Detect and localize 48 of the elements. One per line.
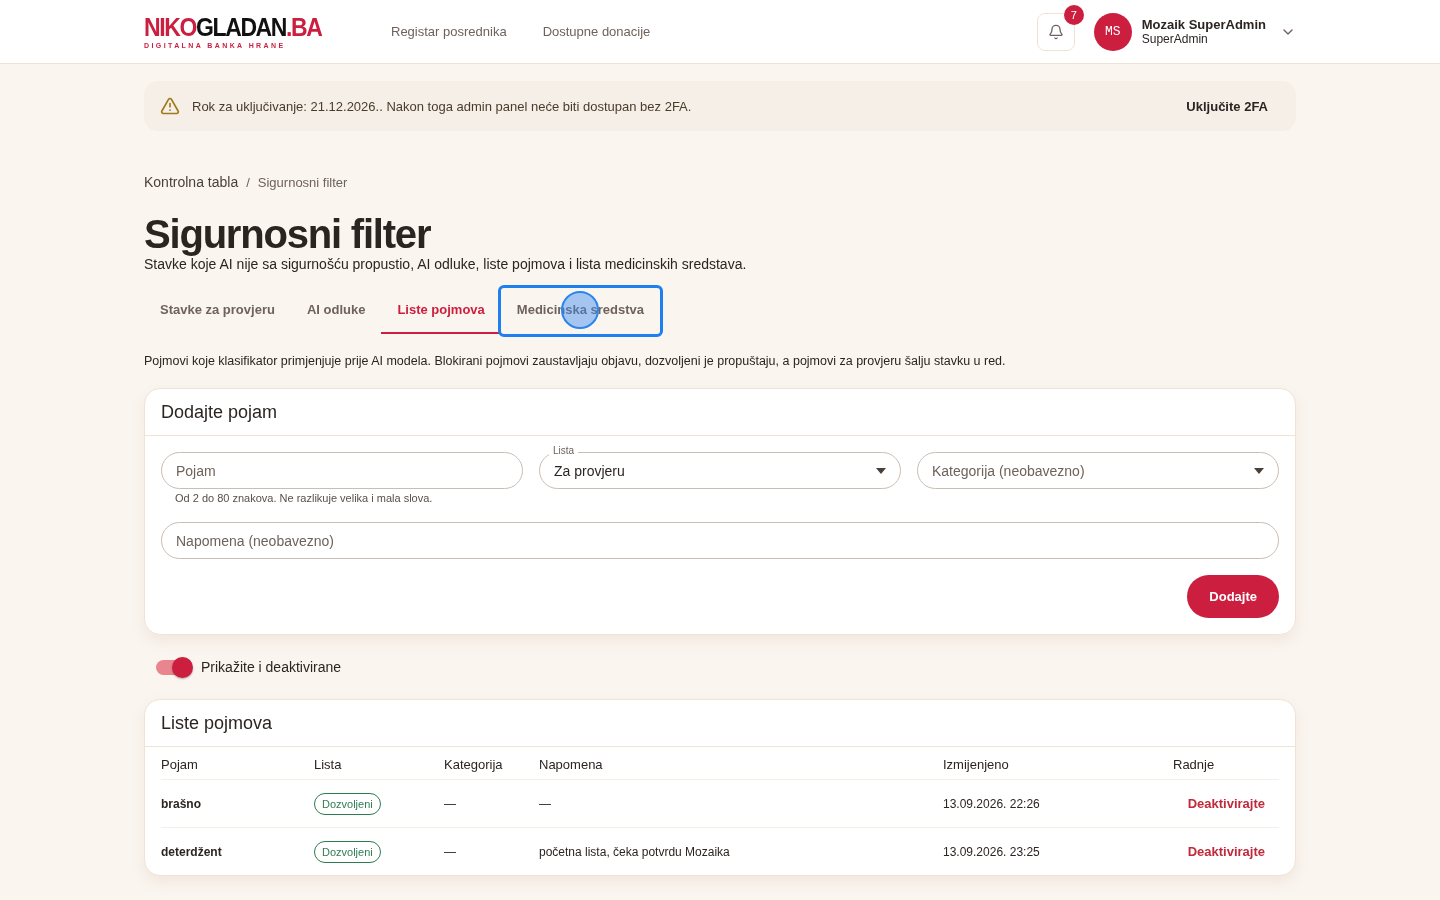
table-cell: — [539, 779, 943, 827]
banner-text: Rok za uključivanje: 21.12.2026.. Nakon toga admin panel neće biti dostupan bez 2FA. [192, 98, 692, 114]
dropdown-caret-icon [1254, 467, 1264, 474]
select-placeholder: Kategorija (neobavezno) [932, 462, 1085, 479]
column-header: Izmijenjeno [943, 756, 1010, 774]
warning-icon [160, 96, 180, 116]
field-label: Lista [549, 445, 579, 457]
nav-link[interactable]: Registar posrednika [391, 24, 507, 39]
card-title: Liste pojmova [145, 700, 1295, 747]
card-title: Dodajte pojam [145, 389, 1295, 436]
table-cell: početna lista, čeka potvrdu Mozaika [539, 827, 943, 875]
nav-link[interactable]: Dostupne donacije [542, 24, 651, 39]
add-button[interactable]: Dodajte [1187, 575, 1279, 618]
dropdown-caret-icon [876, 467, 886, 474]
column-header: Lista [314, 756, 343, 774]
toggle-label: Prikažite i deaktivirane [201, 659, 342, 675]
tab[interactable]: Liste pojmova [381, 288, 501, 334]
column-header: Radnje [1173, 756, 1216, 774]
user-name: Mozaik SuperAdmin [1141, 17, 1266, 32]
table-cell: — [444, 779, 539, 827]
term-field[interactable]: Pojam [161, 452, 523, 489]
table-cell: — [444, 827, 539, 875]
breadcrumb-separator: / [246, 174, 250, 190]
column-header: Pojam [161, 756, 199, 774]
enable-2fa-button[interactable]: Uključite 2FA [1180, 97, 1274, 115]
section-description: Pojmovi koje klasifikator primjenjuje prije AI modela. Blokirani pojmovi zaustavljaju objavu, dozvoljeni je propuštaju, a pojmovi za provjeru šalju stavku u red. [144, 354, 1007, 368]
table-cell: brašno [161, 779, 314, 827]
user-role: SuperAdmin [1141, 32, 1209, 46]
notifications-button[interactable] [1036, 12, 1075, 51]
select-value: Za provjeru [554, 462, 625, 479]
notification-count: 7 [1063, 4, 1084, 25]
column-header: Napomena [539, 756, 604, 774]
deactivate-link[interactable]: Deaktivirajte [1187, 844, 1265, 859]
helper-text: Od 2 do 80 znakova. Ne razlikuje velika i mala slova. [175, 492, 434, 504]
table-cell: 13.09.2026. 23:25 [943, 827, 1173, 875]
table-cell: 13.09.2026. 22:26 [943, 779, 1173, 827]
tab[interactable]: Stavke za provjeru [144, 288, 291, 334]
breadcrumb-link[interactable]: Kontrolna tabla [144, 174, 239, 190]
note-field[interactable]: Napomena (neobavezno) [161, 522, 1279, 559]
page-subtitle: Stavke koje AI nije sa sigurnošću propustio, AI odluke, liste pojmova i lista medicinskih sredstava. [144, 256, 748, 272]
show-deactivated-toggle[interactable] [156, 659, 192, 675]
tab[interactable]: AI odluke [290, 288, 382, 334]
deactivate-link[interactable]: Deaktivirajte [1187, 796, 1265, 811]
column-header: Kategorija [444, 756, 504, 774]
user-avatar: MS [1093, 12, 1132, 51]
table-cell: deterdžent [161, 827, 314, 875]
current-page-label: Sigurnosni filter [257, 174, 348, 190]
bell-icon [1047, 23, 1064, 40]
